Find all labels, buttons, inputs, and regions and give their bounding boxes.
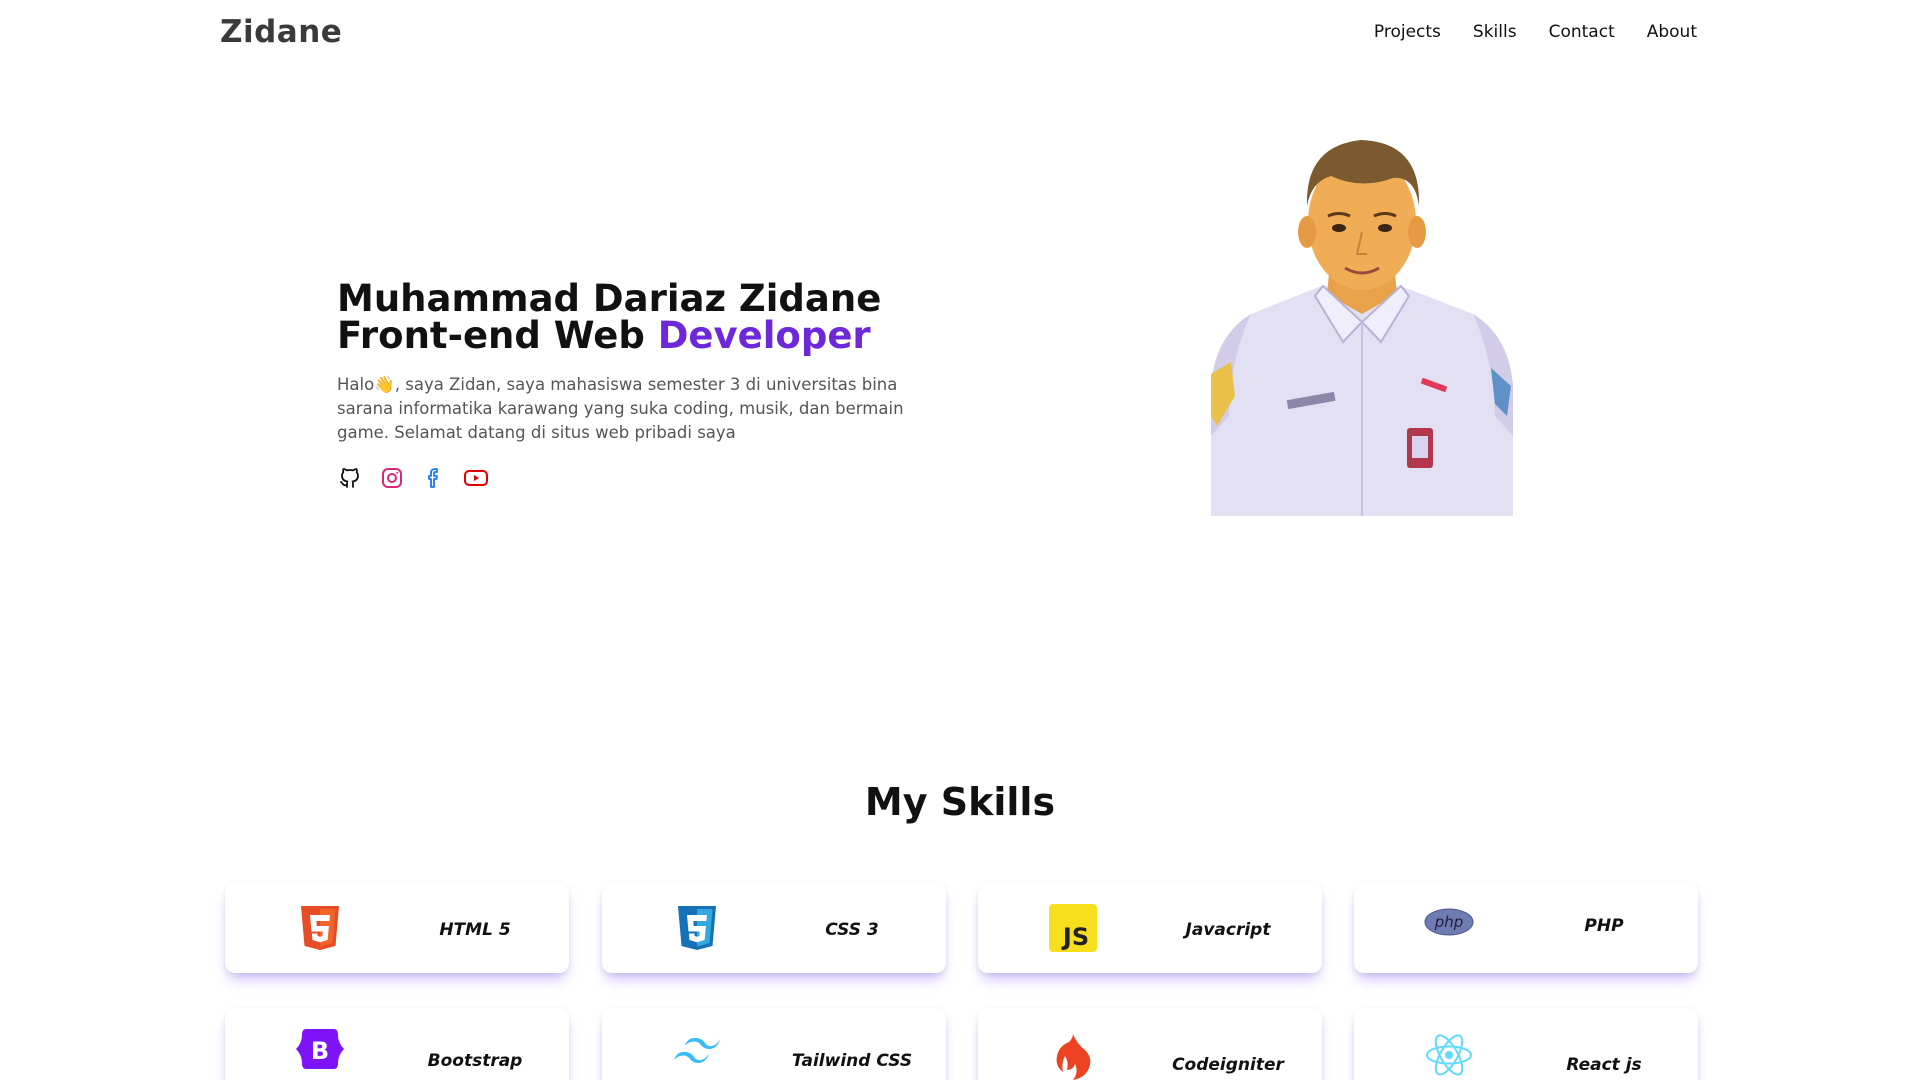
github-icon[interactable] — [337, 465, 363, 491]
skills-title: My Skills — [864, 780, 1056, 824]
nav-link-projects[interactable]: Projects — [1374, 22, 1441, 42]
skill-label: Bootstrap — [427, 1051, 523, 1071]
social-links — [337, 465, 937, 491]
skill-label: HTML 5 — [439, 920, 511, 940]
nav-links: Projects Skills Contact About — [1374, 22, 1697, 42]
instagram-icon[interactable] — [379, 465, 405, 491]
skill-card-react: React js — [1354, 1008, 1698, 1080]
skill-label: Tailwind CSS — [791, 1051, 913, 1071]
hero-role: Front-end Web — [337, 314, 658, 357]
svg-text:php: php — [1434, 913, 1464, 931]
svg-text:JS: JS — [1061, 923, 1089, 951]
svg-text:B: B — [311, 1037, 329, 1065]
facebook-icon[interactable] — [421, 465, 447, 491]
skill-card-html5: HTML 5 — [225, 883, 569, 973]
react-icon — [1424, 1030, 1474, 1080]
php-icon: php — [1424, 897, 1474, 947]
skill-label: Codeigniter — [1172, 1055, 1284, 1075]
nav-link-contact[interactable]: Contact — [1549, 22, 1615, 42]
hero-description: Halo👋, saya Zidan, saya mahasiswa semest… — [337, 375, 904, 442]
hero-role-accent: Developer — [657, 314, 871, 357]
hero-section: Muhammad Dariaz Zidane Front-end Web Dev… — [337, 280, 937, 491]
bootstrap-icon: B — [295, 1024, 345, 1074]
javascript-icon: JS — [1048, 903, 1098, 953]
nav-link-about[interactable]: About — [1647, 22, 1697, 42]
hero-title: Muhammad Dariaz Zidane Front-end Web Dev… — [337, 280, 937, 354]
tailwind-icon — [672, 1028, 722, 1078]
navbar: Zidane Projects Skills Contact About — [0, 0, 1920, 68]
skill-card-php: php PHP — [1354, 883, 1698, 973]
skill-card-javascript: JS Javacript — [978, 883, 1322, 973]
brand-logo[interactable]: Zidane — [220, 14, 342, 50]
youtube-icon[interactable] — [463, 465, 489, 491]
skill-card-codeigniter: Codeigniter — [978, 1008, 1322, 1080]
skill-label: CSS 3 — [825, 920, 879, 940]
html5-icon — [295, 903, 345, 953]
codeigniter-icon — [1048, 1032, 1098, 1080]
skill-label: React js — [1566, 1055, 1642, 1075]
profile-photo — [1211, 136, 1513, 516]
skill-card-css3: CSS 3 — [602, 883, 946, 973]
skill-label: PHP — [1584, 916, 1624, 936]
skill-label: Javacript — [1185, 920, 1271, 940]
nav-link-skills[interactable]: Skills — [1473, 22, 1517, 42]
skill-card-bootstrap: B Bootstrap — [225, 1008, 569, 1080]
skill-card-tailwind: Tailwind CSS — [602, 1008, 946, 1080]
css3-icon — [672, 903, 722, 953]
